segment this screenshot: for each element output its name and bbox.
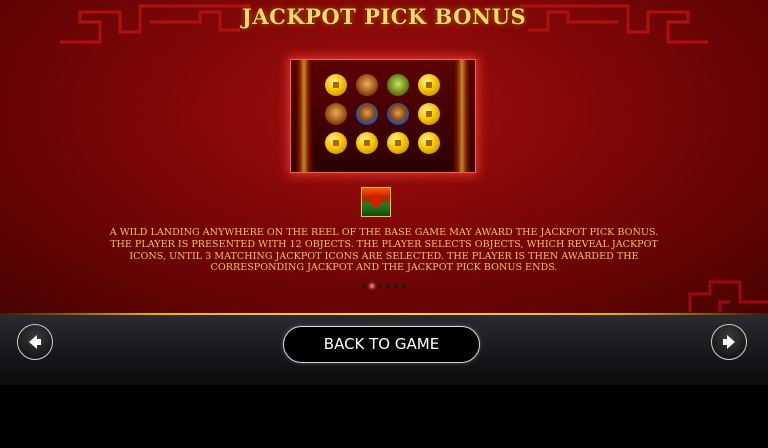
wild-symbol-icon <box>361 187 391 217</box>
coin-symbol <box>418 132 440 154</box>
bottom-nav-bar: BACK TO GAME <box>0 315 768 385</box>
dragon-symbol <box>387 74 409 96</box>
page-dot <box>378 284 382 288</box>
next-page-button[interactable] <box>711 324 747 360</box>
fretwork-decoration-corner <box>688 280 768 312</box>
coin-symbol <box>325 74 347 96</box>
dragon-symbol <box>356 103 378 125</box>
dragon-symbol <box>387 103 409 125</box>
coin-symbol <box>418 74 440 96</box>
page-title: JACKPOT PICK BONUS <box>241 4 527 29</box>
previous-page-button[interactable] <box>17 324 53 360</box>
arrow-left-icon <box>29 335 41 349</box>
coin-symbol <box>387 132 409 154</box>
dragon-symbol <box>325 103 347 125</box>
dragon-symbol <box>356 74 378 96</box>
page-dot <box>394 284 398 288</box>
feature-description: A WILD LANDING ANYWHERE ON THE REEL OF T… <box>109 227 659 274</box>
bonus-preview-image <box>290 59 476 173</box>
coin-symbol <box>418 103 440 125</box>
coin-symbol <box>356 132 378 154</box>
coin-symbol <box>325 132 347 154</box>
back-to-game-button[interactable]: BACK TO GAME <box>283 326 480 363</box>
page-dot <box>370 284 374 288</box>
page-indicator <box>362 284 408 290</box>
page-dot <box>362 284 366 288</box>
page-dot <box>386 284 390 288</box>
page-dot <box>402 284 406 288</box>
arrow-right-icon <box>723 335 735 349</box>
help-panel: JACKPOT PICK BONUS A WILD LANDING ANYWHE… <box>0 0 768 314</box>
